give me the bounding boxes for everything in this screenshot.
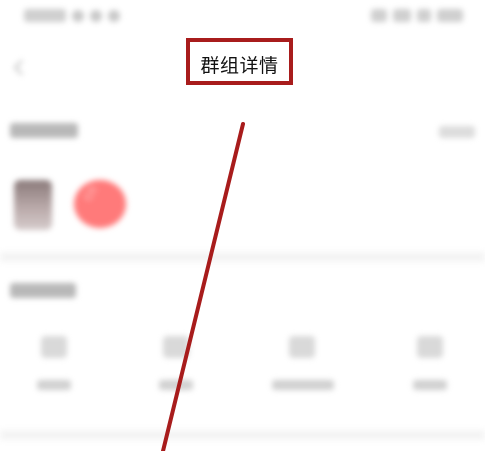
annotation-arrow-line (161, 122, 245, 451)
annotation-line (161, 122, 245, 451)
